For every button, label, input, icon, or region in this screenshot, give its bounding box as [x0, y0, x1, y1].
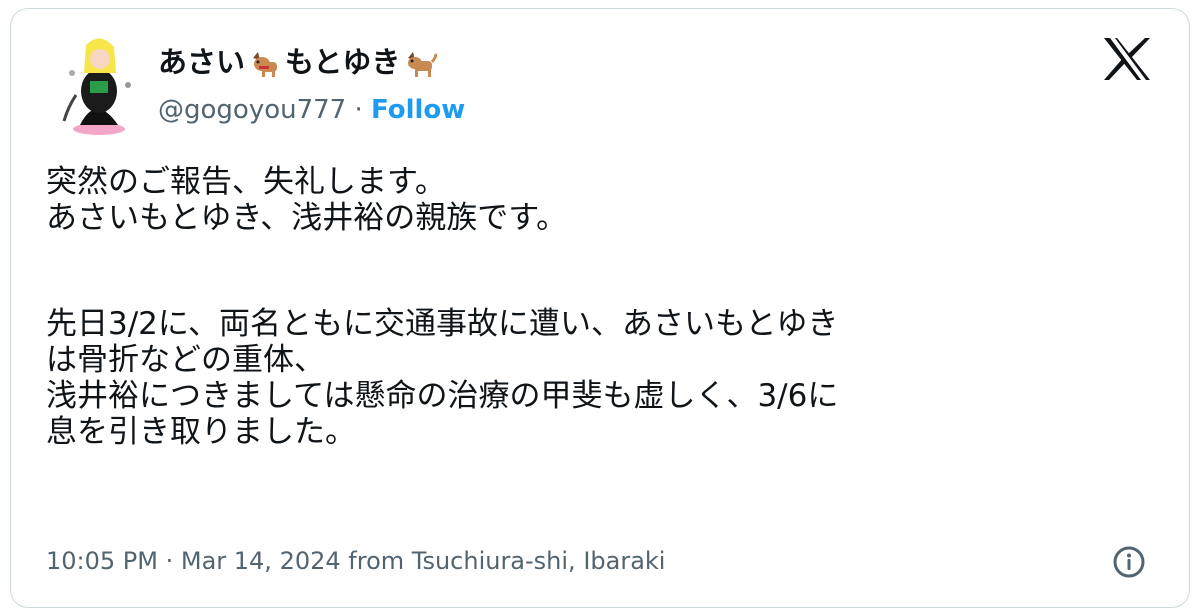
separator: · — [346, 95, 372, 125]
tweet-line: は骨折などの重体、 — [46, 342, 325, 378]
tweet-timestamp[interactable]: 10:05 PM · Mar 14, 2024 from Tsuchiura-s… — [46, 546, 665, 576]
avatar[interactable] — [56, 33, 142, 137]
handle-row: @gogoyou777 · Follow — [158, 94, 465, 126]
dog-emoji-icon — [247, 44, 283, 80]
display-name[interactable]: あさい もとゆき — [158, 44, 438, 80]
display-name-part2: もとゆき — [285, 45, 401, 79]
x-logo-icon[interactable] — [1102, 36, 1152, 82]
dog-emoji-icon — [402, 44, 438, 80]
tweet-line: 息を引き取りました。 — [46, 414, 356, 450]
display-name-part1: あさい — [158, 45, 246, 79]
tweet-line: 先日3/2に、両名ともに交通事故に遭い、あさいもとゆき — [46, 306, 839, 342]
tweet-line: 浅井裕につきましては懸命の治療の甲斐も虚しく、3/6に — [46, 378, 839, 414]
tweet-line: 突然のご報告、失礼します。 — [46, 164, 446, 200]
tweet-text: 突然のご報告、失礼します。 あさいもとゆき、浅井裕の親族です。 先日3/2に、両… — [46, 164, 1166, 450]
handle[interactable]: @gogoyou777 — [158, 95, 346, 125]
follow-button[interactable]: Follow — [371, 95, 465, 125]
tweet-line: あさいもとゆき、浅井裕の親族です。 — [46, 200, 568, 236]
info-icon[interactable] — [1112, 545, 1146, 579]
